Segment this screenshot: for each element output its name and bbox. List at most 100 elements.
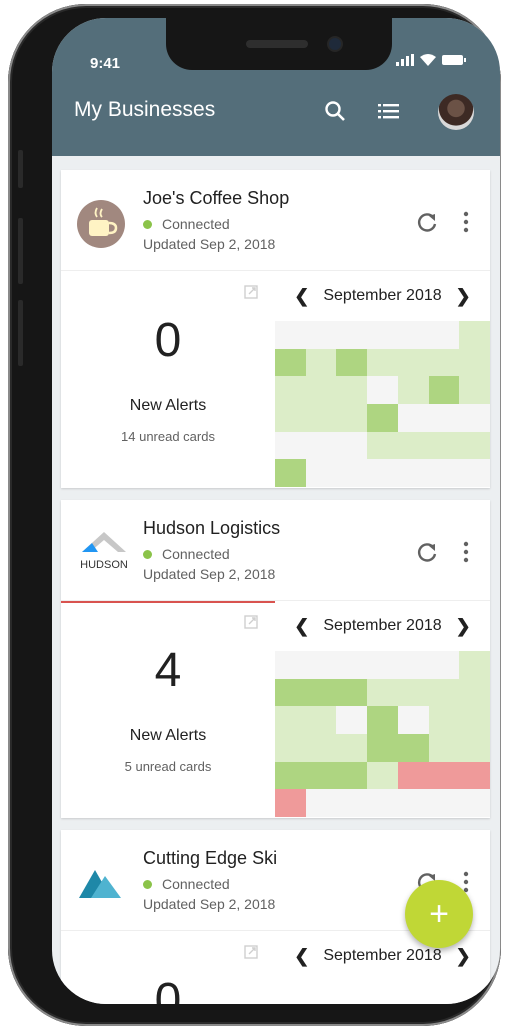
add-business-button[interactable]: + — [405, 880, 473, 948]
calendar-day-cell[interactable] — [305, 376, 337, 405]
calendar-day-cell[interactable] — [305, 431, 337, 460]
calendar-day-cell[interactable] — [459, 348, 491, 377]
calendar-day-cell[interactable] — [305, 404, 337, 433]
calendar-day-cell[interactable] — [367, 789, 399, 818]
alerts-summary[interactable]: 0 New Alerts 14 unread cards — [61, 271, 275, 487]
calendar-day-cell[interactable] — [459, 431, 491, 460]
calendar-day-cell[interactable] — [305, 321, 337, 350]
next-month-icon[interactable]: ❯ — [456, 286, 471, 307]
calendar-day-cell[interactable] — [428, 706, 460, 735]
calendar-day-cell[interactable] — [336, 459, 368, 488]
calendar-day-cell[interactable] — [275, 376, 307, 405]
calendar-day-cell[interactable] — [275, 431, 307, 460]
calendar-day-cell[interactable] — [275, 459, 307, 488]
calendar-day-cell[interactable] — [397, 459, 430, 488]
calendar-day-cell[interactable] — [336, 761, 368, 790]
calendar-day-cell[interactable] — [367, 678, 399, 707]
prev-month-icon[interactable]: ❮ — [294, 946, 309, 967]
calendar-day-cell[interactable] — [275, 734, 307, 763]
alerts-summary[interactable]: 4 New Alerts 5 unread cards — [61, 601, 275, 817]
calendar-day-cell[interactable] — [397, 404, 430, 433]
calendar-day-cell[interactable] — [459, 376, 491, 405]
calendar-day-cell[interactable] — [336, 404, 368, 433]
calendar-day-cell[interactable] — [428, 789, 460, 818]
prev-month-icon[interactable]: ❮ — [294, 616, 309, 637]
list-view-button[interactable] — [374, 96, 404, 126]
calendar-day-cell[interactable] — [367, 734, 399, 763]
calendar-day-cell[interactable] — [428, 404, 460, 433]
calendar-day-cell[interactable] — [367, 761, 399, 790]
calendar-day-cell[interactable] — [336, 651, 368, 680]
calendar-day-cell[interactable] — [336, 321, 368, 350]
next-month-icon[interactable]: ❯ — [456, 946, 471, 967]
calendar-day-cell[interactable] — [367, 321, 399, 350]
business-card-joes-coffee[interactable]: Joe's Coffee Shop Connected Updated Sep … — [61, 170, 491, 488]
calendar-day-cell[interactable] — [336, 706, 368, 735]
calendar-day-cell[interactable] — [459, 706, 491, 735]
calendar-day-cell[interactable] — [459, 459, 491, 488]
calendar-day-cell[interactable] — [397, 651, 430, 680]
avatar[interactable] — [438, 94, 474, 130]
calendar-day-cell[interactable] — [459, 404, 491, 433]
calendar-day-cell[interactable] — [397, 348, 430, 377]
calendar-day-cell[interactable] — [275, 761, 307, 790]
calendar-day-cell[interactable] — [367, 459, 399, 488]
calendar-day-cell[interactable] — [459, 678, 491, 707]
calendar-day-cell[interactable] — [275, 404, 307, 433]
calendar-day-cell[interactable] — [336, 348, 368, 377]
calendar-day-cell[interactable] — [459, 761, 491, 790]
calendar-day-cell[interactable] — [367, 706, 399, 735]
calendar-day-cell[interactable] — [367, 348, 399, 377]
calendar-day-cell[interactable] — [367, 651, 399, 680]
calendar-day-cell[interactable] — [459, 789, 491, 818]
open-external-icon[interactable] — [244, 285, 258, 299]
calendar-day-cell[interactable] — [275, 678, 307, 707]
calendar-day-cell[interactable] — [275, 651, 307, 680]
calendar-day-cell[interactable] — [367, 376, 399, 405]
open-external-icon[interactable] — [244, 945, 258, 959]
calendar-day-cell[interactable] — [336, 431, 368, 460]
calendar-day-cell[interactable] — [336, 789, 368, 818]
calendar-day-cell[interactable] — [397, 761, 430, 790]
calendar-day-cell[interactable] — [397, 734, 430, 763]
calendar-day-cell[interactable] — [428, 431, 460, 460]
calendar-day-cell[interactable] — [305, 678, 337, 707]
calendar-day-cell[interactable] — [305, 651, 337, 680]
calendar-day-cell[interactable] — [305, 789, 337, 818]
calendar-day-cell[interactable] — [428, 321, 460, 350]
business-card-hudson[interactable]: HUDSON Hudson Logistics Connected Update… — [61, 500, 491, 818]
calendar-day-cell[interactable] — [275, 789, 307, 818]
calendar-day-cell[interactable] — [305, 734, 337, 763]
calendar-day-cell[interactable] — [367, 404, 399, 433]
calendar-day-cell[interactable] — [397, 706, 430, 735]
calendar-day-cell[interactable] — [305, 761, 337, 790]
calendar-day-cell[interactable] — [275, 321, 307, 350]
calendar-day-cell[interactable] — [428, 678, 460, 707]
calendar-day-cell[interactable] — [305, 348, 337, 377]
more-vert-icon[interactable] — [459, 540, 473, 564]
calendar-day-cell[interactable] — [428, 734, 460, 763]
calendar-day-cell[interactable] — [336, 678, 368, 707]
calendar-day-cell[interactable] — [459, 734, 491, 763]
calendar-day-cell[interactable] — [459, 651, 491, 680]
calendar-day-cell[interactable] — [397, 321, 430, 350]
calendar-day-cell[interactable] — [397, 789, 430, 818]
calendar-day-cell[interactable] — [275, 706, 307, 735]
calendar-day-cell[interactable] — [275, 348, 307, 377]
calendar-day-cell[interactable] — [428, 348, 460, 377]
calendar-day-cell[interactable] — [336, 734, 368, 763]
calendar-day-cell[interactable] — [428, 376, 460, 405]
more-vert-icon[interactable] — [459, 210, 473, 234]
calendar-day-cell[interactable] — [397, 678, 430, 707]
calendar-day-cell[interactable] — [428, 761, 460, 790]
calendar-day-cell[interactable] — [336, 376, 368, 405]
calendar-day-cell[interactable] — [428, 651, 460, 680]
calendar-day-cell[interactable] — [428, 459, 460, 488]
alerts-summary[interactable]: 0 — [61, 931, 275, 1004]
next-month-icon[interactable]: ❯ — [456, 616, 471, 637]
open-external-icon[interactable] — [244, 615, 258, 629]
calendar-day-cell[interactable] — [367, 431, 399, 460]
refresh-icon[interactable] — [415, 540, 439, 564]
refresh-icon[interactable] — [415, 210, 439, 234]
calendar-day-cell[interactable] — [459, 321, 491, 350]
